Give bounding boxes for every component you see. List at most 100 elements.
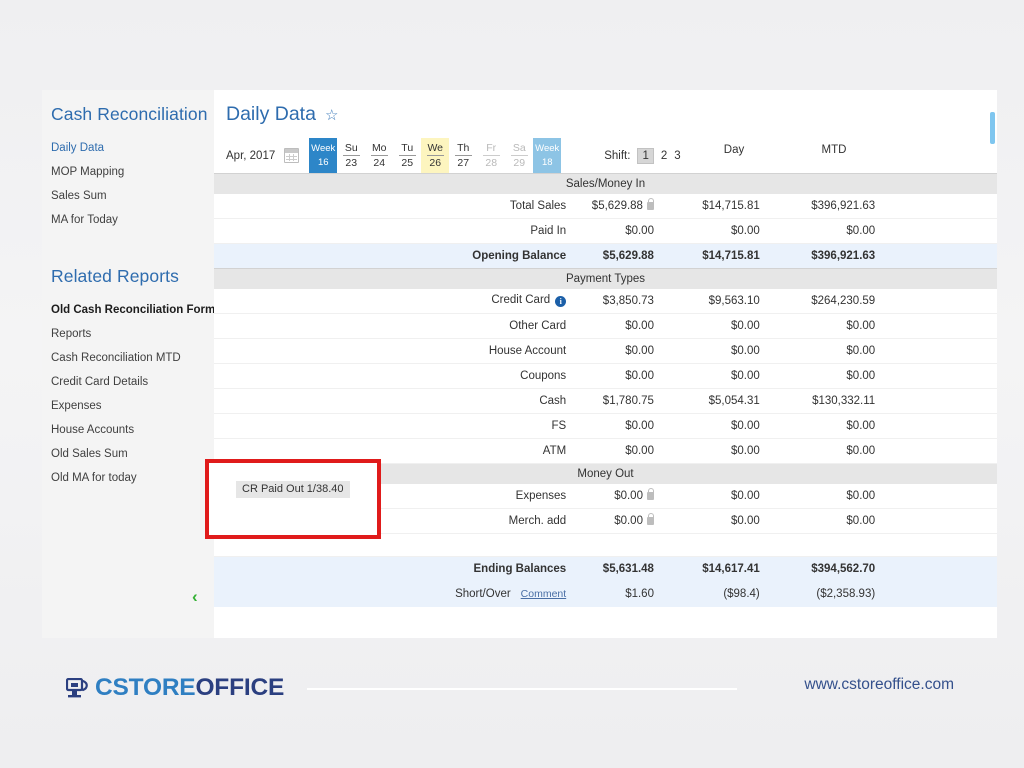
calendar-icon[interactable] <box>284 148 300 163</box>
chevron-left-icon[interactable]: ‹ <box>192 588 198 605</box>
row-shift-other-card: $0.00 <box>574 313 676 339</box>
sidebar: Cash Reconciliation Daily Data MOP Mappi… <box>42 90 215 638</box>
logo: CSTOREOFFICE <box>66 674 284 701</box>
row-day-opening-balance: $14,715.81 <box>675 243 778 269</box>
section-label-sales-money-in: Sales/Money In <box>214 173 997 194</box>
row-label-coupons: Coupons <box>214 363 575 389</box>
week-prev-button[interactable]: Week 16 <box>309 138 338 173</box>
sidebar-item-ma-for-today[interactable]: MA for Today <box>51 208 214 232</box>
row-label-total-sales: Total Sales <box>214 193 575 219</box>
table-row-credit-card: Credit Card i $3,850.73 $9,563.10 $264,23… <box>214 288 997 314</box>
row-pad <box>895 338 997 364</box>
day-num-sa: 29 <box>510 154 528 170</box>
date-toolbar: Apr, 2017 Week 16 Su 23 Mo 24 Tu 25 We 2… <box>214 138 997 173</box>
sidebar-item-old-ma-for-today[interactable]: Old MA for today <box>51 466 214 490</box>
label-text: Short/Over <box>455 588 511 600</box>
section-label-payment-types: Payment Types <box>214 268 997 289</box>
sidebar-item-old-cash-reconciliation-form[interactable]: Old Cash Reconciliation Form <box>51 298 215 322</box>
callout-background <box>209 463 377 535</box>
day-dow-we: We <box>427 141 444 154</box>
row-pad <box>895 288 997 314</box>
cr-paid-out-tooltip: CR Paid Out 1/38.40 <box>236 481 350 498</box>
sidebar-item-sales-sum[interactable]: Sales Sum <box>51 184 214 208</box>
shift-label: Shift: <box>604 149 631 162</box>
shift-option-2[interactable]: 2 <box>661 150 667 162</box>
week-next-button[interactable]: Week 18 <box>533 138 562 173</box>
day-cell-mo[interactable]: Mo 24 <box>365 138 393 173</box>
row-shift-short-over: $1.60 <box>574 581 676 607</box>
table-row-opening-balance: Opening Balance $5,629.88 $14,715.81 $39… <box>214 243 997 269</box>
sidebar-item-expenses[interactable]: Expenses <box>51 394 214 418</box>
table-spacer-row <box>214 533 997 557</box>
row-day-house-account: $0.00 <box>675 338 778 364</box>
sidebar-item-mop-mapping[interactable]: MOP Mapping <box>51 160 214 184</box>
table-row-fs: FS $0.00 $0.00 $0.00 <box>214 413 997 439</box>
shift-option-1[interactable]: 1 <box>637 147 654 164</box>
sidebar-item-cash-reconciliation-mtd[interactable]: Cash Reconciliation MTD <box>51 346 214 370</box>
row-label-credit-card: Credit Card i <box>214 288 575 314</box>
day-dow-fr: Fr <box>486 141 497 154</box>
day-num-we: 26 <box>426 154 444 170</box>
row-mtd-short-over: ($2,358.93) <box>777 581 896 607</box>
row-mtd-expenses: $0.00 <box>777 483 896 509</box>
day-cell-su[interactable]: Su 23 <box>337 138 365 173</box>
section-header-payment-types: Payment Types <box>214 268 997 289</box>
sidebar-item-daily-data[interactable]: Daily Data <box>51 136 214 160</box>
logo-text: CSTOREOFFICE <box>95 674 284 701</box>
column-header-day: Day <box>723 144 745 156</box>
footer-url: www.cstoreoffice.com <box>804 676 954 693</box>
row-day-atm: $0.00 <box>675 438 778 464</box>
row-mtd-opening-balance: $396,921.63 <box>777 243 896 269</box>
day-cell-we-selected[interactable]: We 26 <box>421 138 450 173</box>
sidebar-item-old-sales-sum[interactable]: Old Sales Sum <box>51 442 214 466</box>
table-row-other-card: Other Card $0.00 $0.00 $0.00 <box>214 313 997 339</box>
row-label-other-card: Other Card <box>214 313 575 339</box>
row-day-cash: $5,054.31 <box>675 388 778 414</box>
monitor-logo-icon <box>66 677 88 698</box>
table-row-house-account: House Account $0.00 $0.00 $0.00 <box>214 338 997 364</box>
day-dow-su: Su <box>344 141 358 154</box>
row-mtd-credit-card: $264,230.59 <box>777 288 896 314</box>
row-mtd-atm: $0.00 <box>777 438 896 464</box>
sidebar-item-reports[interactable]: Reports <box>51 322 214 346</box>
day-num-th: 27 <box>454 154 472 170</box>
table-row-coupons: Coupons $0.00 $0.00 $0.00 <box>214 363 997 389</box>
info-icon[interactable]: i <box>555 296 567 308</box>
title-bar: Daily Data ☆ <box>214 90 997 138</box>
row-day-expenses: $0.00 <box>675 483 778 509</box>
table-row-atm: ATM $0.00 $0.00 $0.00 <box>214 438 997 464</box>
row-shift-coupons: $0.00 <box>574 363 676 389</box>
row-pad <box>895 243 997 269</box>
day-num-su: 23 <box>342 154 360 170</box>
lock-icon <box>646 197 655 210</box>
application-card: Cash Reconciliation Daily Data MOP Mappi… <box>42 90 997 638</box>
section-header-sales-money-in: Sales/Money In <box>214 173 997 194</box>
row-label-ending-balances: Ending Balances <box>214 556 575 582</box>
footer-divider <box>307 688 737 690</box>
comment-link[interactable]: Comment <box>521 588 567 600</box>
column-header-mtd: MTD <box>821 144 847 156</box>
spacer-cell <box>214 533 997 557</box>
row-shift-house-account: $0.00 <box>574 338 676 364</box>
sidebar-item-house-accounts[interactable]: House Accounts <box>51 418 214 442</box>
row-shift-fs: $0.00 <box>574 413 676 439</box>
logo-text-part1: CSTORE <box>95 674 196 701</box>
shift-option-3[interactable]: 3 <box>674 150 680 162</box>
table-row-paid-in: Paid In $0.00 $0.00 $0.00 <box>214 218 997 244</box>
vertical-scrollbar[interactable] <box>990 112 995 144</box>
row-day-credit-card: $9,563.10 <box>675 288 778 314</box>
row-shift-paid-in: $0.00 <box>574 218 676 244</box>
row-mtd-cash: $130,332.11 <box>777 388 896 414</box>
row-pad <box>895 438 997 464</box>
favorite-star-icon[interactable]: ☆ <box>325 108 338 123</box>
row-day-paid-in: $0.00 <box>675 218 778 244</box>
row-label-atm: ATM <box>214 438 575 464</box>
row-label-fs: FS <box>214 413 575 439</box>
day-cell-fr: Fr 28 <box>477 138 505 173</box>
row-shift-ending-balances: $5,631.48 <box>574 556 676 582</box>
day-cell-tu[interactable]: Tu 25 <box>393 138 421 173</box>
sidebar-item-credit-card-details[interactable]: Credit Card Details <box>51 370 214 394</box>
row-shift-total-sales: $5,629.88 <box>574 193 676 219</box>
day-cell-th[interactable]: Th 27 <box>449 138 477 173</box>
row-shift-opening-balance: $5,629.88 <box>574 243 676 269</box>
